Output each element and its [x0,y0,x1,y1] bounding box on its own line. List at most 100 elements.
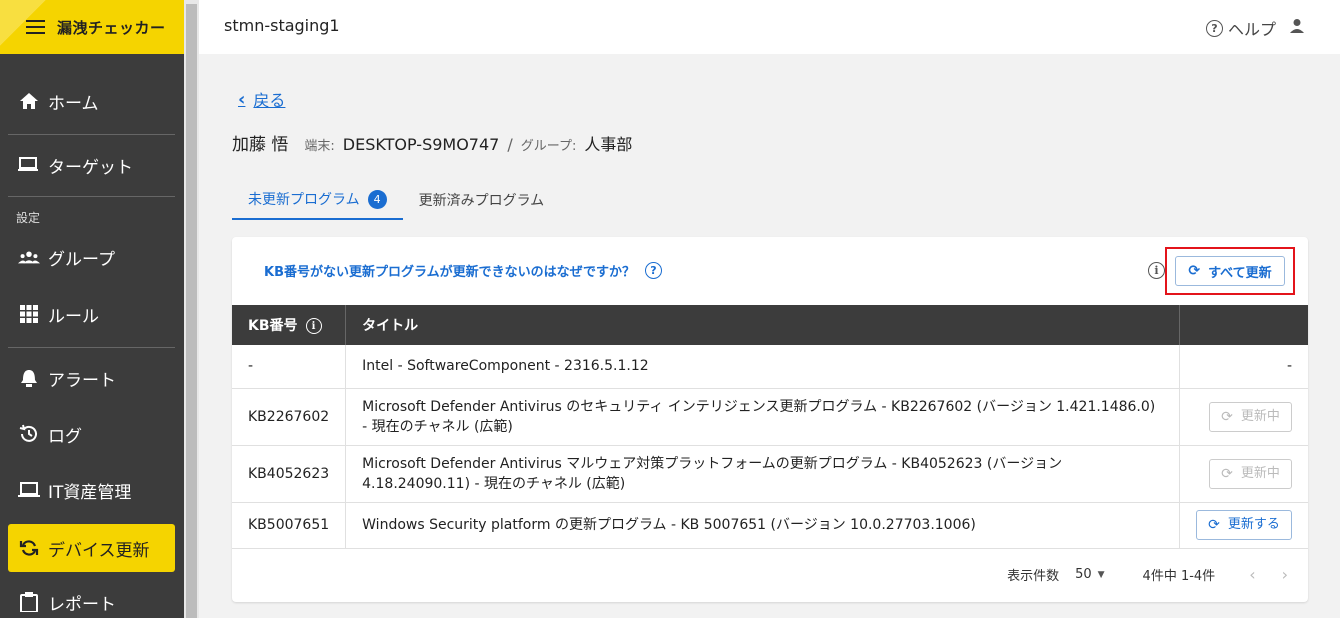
sync-icon: ⟳ [1208,517,1220,533]
sidebar-item-label: ターゲット [48,157,133,178]
divider [8,134,175,135]
home-icon [18,90,40,112]
history-icon [18,423,40,445]
tab-label: 更新済みプログラム [418,193,545,209]
sidebar-scrollbar[interactable] [184,0,199,618]
divider [8,196,175,197]
tab-bar: 未更新プログラム 4 更新済みプログラム [232,180,560,220]
column-header-title: タイトル [345,305,1179,345]
per-page-label: 表示件数 [1007,569,1060,584]
device-label: 端末: [304,139,335,154]
sidebar-item-home[interactable]: ホーム [0,81,184,121]
sync-icon: ⟳ [1221,408,1233,425]
user-name: 加藤 悟 [232,135,289,155]
updates-card: KB番号がない更新プログラムが更新できないのはなぜですか？ ? i ⟳ すべて更… [232,237,1308,602]
table-row: KB2267602 Microsoft Defender Antivirus の… [232,388,1308,446]
group-icon [18,246,40,268]
sidebar-item-target[interactable]: ターゲット [0,145,184,185]
button-label: 更新する [1227,517,1280,532]
table-row: KB5007651 Windows Security platform の更新プ… [232,502,1308,549]
laptop-icon [18,479,40,501]
sidebar-item-report[interactable]: レポート [0,582,184,618]
button-label: 更新中 [1240,408,1280,424]
title-cell: Windows Security platform の更新プログラム - KB … [345,502,1179,549]
back-link[interactable]: ‹ 戻る [238,87,285,111]
per-page-select[interactable]: 50 ▼ [1075,567,1104,582]
count-badge: 4 [367,189,387,209]
divider [8,347,175,348]
sidebar-item-label: アラート [48,370,116,391]
help-link[interactable]: ? ヘルプ [1205,16,1276,40]
device-name: DESKTOP-S9MO747 [342,135,500,154]
why-link-text: KB番号がない更新プログラムが更新できないのはなぜですか？ [264,265,635,280]
button-label: 更新中 [1240,465,1280,481]
action-cell: ⟳ 更新中 [1178,445,1308,503]
sidebar: 漏洩チェッカー ホーム ターゲット 設定 グループ ルール アラート ログ IT… [0,0,184,618]
sidebar-item-group[interactable]: グループ [0,237,184,277]
update-button[interactable]: ⟳ 更新する [1196,510,1292,540]
sidebar-item-alert[interactable]: アラート [0,358,184,398]
why-no-kb-link[interactable]: KB番号がない更新プログラムが更新できないのはなぜですか？ ? [264,261,662,280]
per-page-value: 50 [1075,567,1092,582]
title-cell: Microsoft Defender Antivirus のセキュリティ インテ… [345,388,1179,446]
sidebar-item-log[interactable]: ログ [0,414,184,454]
tab-updated-programs[interactable]: 更新済みプログラム [403,180,561,220]
sidebar-item-it-assets[interactable]: IT資産管理 [0,470,184,510]
user-account-icon[interactable] [1288,17,1306,35]
title-cell: Intel - SoftwareComponent - 2316.5.1.12 [345,345,1179,389]
kb-cell: KB2267602 [232,388,346,446]
sidebar-item-label: グループ [48,249,115,270]
device-summary: 加藤 悟 端末: DESKTOP-S9MO747 / グループ: 人事部 [232,130,632,155]
kb-cell: KB5007651 [232,502,346,549]
update-all-label: すべて更新 [1208,265,1272,281]
caret-down-icon: ▼ [1097,569,1105,580]
next-page-icon[interactable]: › [1282,565,1288,584]
page-range: 4件中 1-4件 [1142,569,1216,584]
sync-icon [18,537,40,559]
group-name: 人事部 [584,135,633,154]
hamburger-menu-icon[interactable] [26,20,45,34]
sidebar-item-label: ログ [48,426,82,447]
action-cell: ⟳ 更新中 [1178,388,1308,446]
action-cell: ⟳ 更新する [1178,502,1308,549]
tab-label: 未更新プログラム [248,192,360,208]
info-icon[interactable]: i [305,318,322,334]
separator: / [507,135,513,154]
app-name: 漏洩チェッカー [57,18,166,37]
help-circle-icon: ? [1205,19,1223,37]
sidebar-item-label: ホーム [48,93,99,114]
sidebar-item-device-update[interactable]: デバイス更新 [8,524,175,572]
tab-pending-updates[interactable]: 未更新プログラム 4 [232,180,403,220]
table-header-row: KB番号 i タイトル [232,305,1308,345]
brand-bar: 漏洩チェッカー [0,0,184,54]
action-cell: - [1178,345,1308,389]
back-label: 戻る [253,91,286,110]
section-label-settings: 設定 [16,211,41,225]
updating-button[interactable]: ⟳ 更新中 [1209,401,1292,432]
site-name: stmn-staging1 [224,16,340,35]
scrollbar-thumb[interactable] [186,4,197,618]
help-label: ヘルプ [1227,20,1276,39]
title-cell: Microsoft Defender Antivirus マルウェア対策プラット… [345,445,1179,503]
sidebar-item-label: ルール [48,306,99,327]
sidebar-item-label: レポート [48,594,116,615]
alarm-bell-icon [18,367,40,389]
sync-icon: ⟳ [1188,263,1201,279]
laptop-user-icon [18,154,40,176]
kb-cell: KB4052623 [232,445,346,503]
sync-icon: ⟳ [1221,465,1233,482]
table-row: - Intel - SoftwareComponent - 2316.5.1.1… [232,345,1308,389]
sidebar-item-label: IT資産管理 [48,482,132,503]
prev-page-icon[interactable]: ‹ [1249,565,1255,584]
sidebar-item-rule[interactable]: ルール [0,294,184,334]
column-header-kb: KB番号 i [232,305,346,345]
updates-table: KB番号 i タイトル - Intel - SoftwareComponent -… [232,305,1308,549]
kb-cell: - [232,345,346,389]
help-circle-icon: ? [644,262,662,279]
pagination: 表示件数 50 ▼ 4件中 1-4件 ‹ › [1007,565,1288,584]
update-all-button[interactable]: ⟳ すべて更新 [1175,256,1285,286]
clipboard-icon [18,591,40,613]
column-header-action [1178,305,1308,345]
updating-button[interactable]: ⟳ 更新中 [1209,458,1292,489]
info-icon[interactable]: i [1148,262,1165,279]
